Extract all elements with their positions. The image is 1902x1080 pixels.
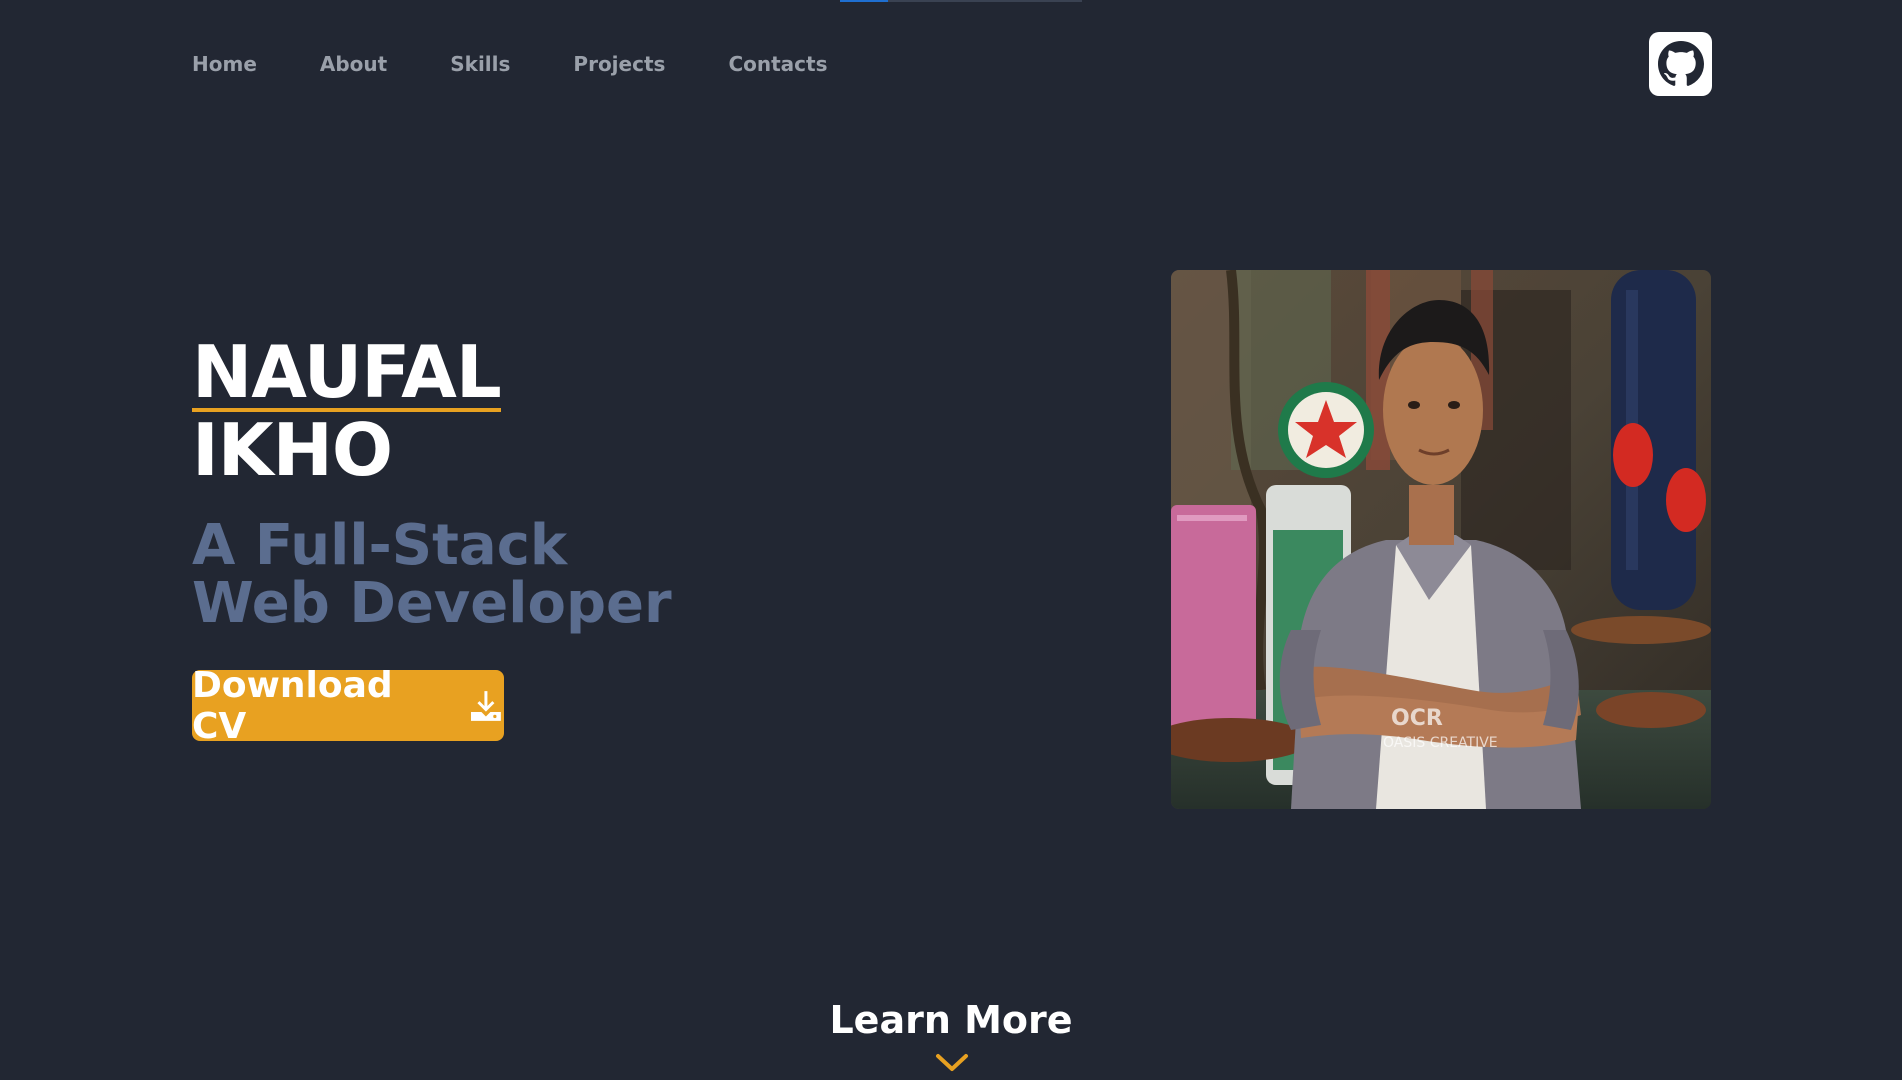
nav-projects[interactable]: Projects [573, 50, 665, 78]
nav-contacts[interactable]: Contacts [728, 50, 827, 78]
hero-name: NAUFAL IKHO [192, 330, 502, 488]
tagline-line-1: A Full-Stack [192, 513, 568, 578]
github-button[interactable] [1649, 32, 1712, 96]
first-name: NAUFAL [192, 330, 502, 414]
profile-photo: OCR OASIS CREATIVE [1171, 270, 1711, 809]
download-cv-button[interactable]: Download CV [192, 665, 504, 747]
scroll-progress-bar [840, 0, 1082, 2]
main-nav: Home About Skills Projects Contacts [192, 50, 890, 78]
hero-tagline: A Full-Stack Web Developer [192, 517, 752, 633]
profile-photo-art: OCR OASIS CREATIVE [1171, 270, 1711, 809]
scroll-progress-fill [840, 0, 889, 2]
nav-home[interactable]: Home [192, 50, 257, 78]
photo-watermark-bottom: OASIS CREATIVE [1383, 735, 1498, 751]
tagline-line-2: Web Developer [192, 571, 672, 636]
portfolio-page: Home About Skills Projects Contacts NAUF… [0, 0, 1902, 1080]
download-icon [471, 690, 502, 721]
nav-skills[interactable]: Skills [450, 50, 510, 78]
chevron-down-icon[interactable] [935, 1052, 969, 1074]
learn-more-label[interactable]: Learn More [0, 997, 1902, 1043]
photo-watermark-top: OCR [1391, 706, 1443, 731]
nav-about[interactable]: About [320, 50, 387, 78]
github-icon [1657, 41, 1704, 86]
last-name: IKHO [192, 408, 393, 492]
download-cv-label: Download CV [192, 664, 393, 747]
